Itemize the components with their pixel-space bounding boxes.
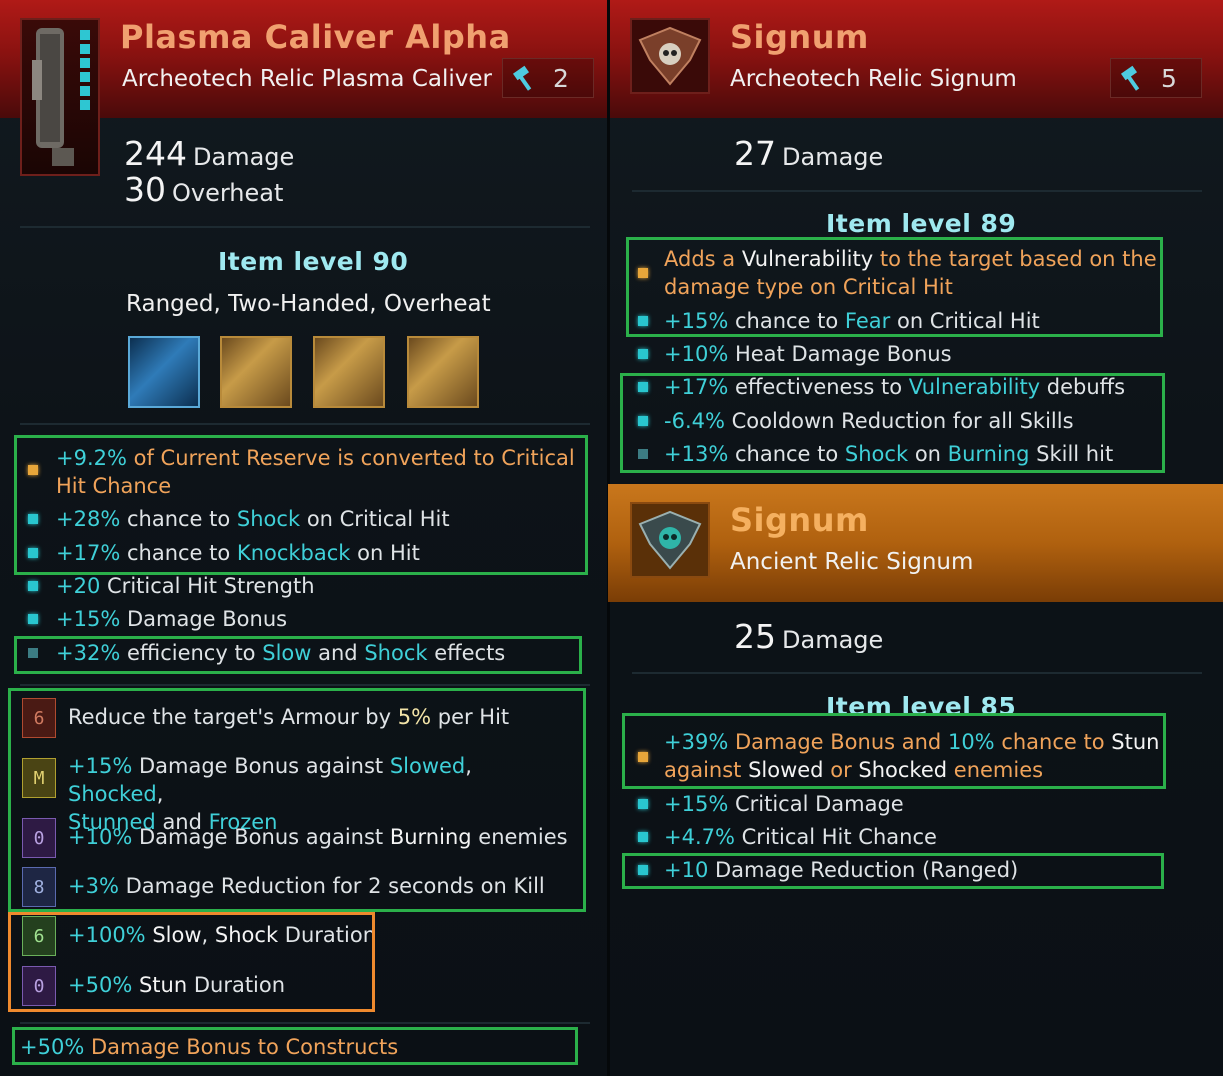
highlight-box bbox=[620, 373, 1165, 473]
right-item-panel: Signum Archeotech Relic Signum 5 27 Damag… bbox=[608, 0, 1223, 1076]
plasma-caliver-icon bbox=[20, 18, 100, 176]
damage-stat: 27 Damage bbox=[734, 134, 883, 173]
highlight-box bbox=[14, 435, 588, 575]
bullet-icon bbox=[638, 799, 648, 809]
tier-value: 2 bbox=[553, 63, 569, 93]
affix-value: +15% bbox=[56, 607, 121, 631]
blue-gem-icon[interactable] bbox=[128, 336, 200, 408]
item-title: Plasma Caliver Alpha bbox=[120, 18, 511, 56]
separator bbox=[632, 190, 1202, 192]
highlight-box bbox=[14, 636, 582, 674]
item-subtitle: Archeotech Relic Signum bbox=[730, 66, 1017, 92]
highlight-box bbox=[12, 1027, 578, 1065]
damage-label: Damage bbox=[782, 626, 884, 654]
affix-value: +15% bbox=[664, 792, 729, 816]
gold-gem-icon[interactable] bbox=[313, 336, 385, 408]
separator bbox=[20, 684, 590, 686]
affix-value: +20 bbox=[56, 574, 101, 598]
affix-value: +10% bbox=[664, 342, 729, 366]
item-level: Item level 90 bbox=[218, 247, 409, 276]
separator bbox=[632, 672, 1202, 674]
damage-value: 27 bbox=[734, 134, 776, 173]
separator bbox=[20, 1022, 590, 1024]
highlight-box bbox=[626, 237, 1163, 337]
left-item-panel: Plasma Caliver Alpha Archeotech Relic Pl… bbox=[0, 0, 608, 1076]
highlight-box bbox=[622, 853, 1164, 889]
tier-value: 5 bbox=[1161, 63, 1177, 93]
affix-line: +10% Heat Damage Bonus bbox=[664, 340, 952, 368]
affix-line: +4.7% Critical Hit Chance bbox=[664, 823, 937, 851]
item-title: Signum bbox=[730, 501, 869, 539]
hammer-icon bbox=[512, 65, 532, 91]
bullet-icon bbox=[638, 832, 648, 842]
damage-stat: 244 Damage bbox=[124, 134, 294, 173]
gold-gem-icon[interactable] bbox=[407, 336, 479, 408]
damage-value: 244 bbox=[124, 134, 187, 173]
bullet-icon bbox=[28, 614, 38, 624]
item-tags: Ranged, Two-Handed, Overheat bbox=[126, 291, 491, 317]
affix-line: +15% Critical Damage bbox=[664, 790, 904, 818]
damage-label: Damage bbox=[193, 143, 295, 171]
gold-gem-icon[interactable] bbox=[220, 336, 292, 408]
separator bbox=[20, 423, 590, 425]
overheat-label: Overheat bbox=[172, 179, 284, 207]
separator bbox=[20, 226, 590, 228]
damage-value: 25 bbox=[734, 617, 776, 656]
item-title: Signum bbox=[730, 18, 869, 56]
signum-ancient-icon bbox=[630, 502, 710, 578]
item-subtitle: Archeotech Relic Plasma Caliver bbox=[122, 66, 492, 92]
hammer-icon bbox=[1120, 65, 1140, 91]
damage-stat: 25 Damage bbox=[734, 617, 883, 656]
affix-text: Critical Hit Chance bbox=[741, 825, 937, 849]
highlight-box bbox=[8, 688, 586, 912]
item-level: Item level 89 bbox=[826, 209, 1017, 238]
affix-text: Heat Damage Bonus bbox=[734, 342, 952, 366]
overheat-stat: 30 Overheat bbox=[124, 170, 283, 209]
highlight-box-orange bbox=[8, 912, 375, 1012]
signum-skull-icon bbox=[630, 18, 710, 94]
bullet-icon bbox=[638, 349, 648, 359]
bullet-icon bbox=[28, 581, 38, 591]
item-subtitle: Ancient Relic Signum bbox=[730, 549, 974, 575]
affix-line: +15% Damage Bonus bbox=[56, 605, 287, 633]
highlight-box bbox=[622, 713, 1166, 789]
affix-line: +20 Critical Hit Strength bbox=[56, 572, 315, 600]
affix-text: Damage Bonus bbox=[126, 607, 288, 631]
affix-value: +4.7% bbox=[664, 825, 735, 849]
affix-text: Critical Damage bbox=[734, 792, 904, 816]
overheat-value: 30 bbox=[124, 170, 166, 209]
damage-label: Damage bbox=[782, 143, 884, 171]
tier-badge: 2 bbox=[502, 58, 594, 98]
tier-badge: 5 bbox=[1110, 58, 1202, 98]
affix-text: Critical Hit Strength bbox=[107, 574, 315, 598]
